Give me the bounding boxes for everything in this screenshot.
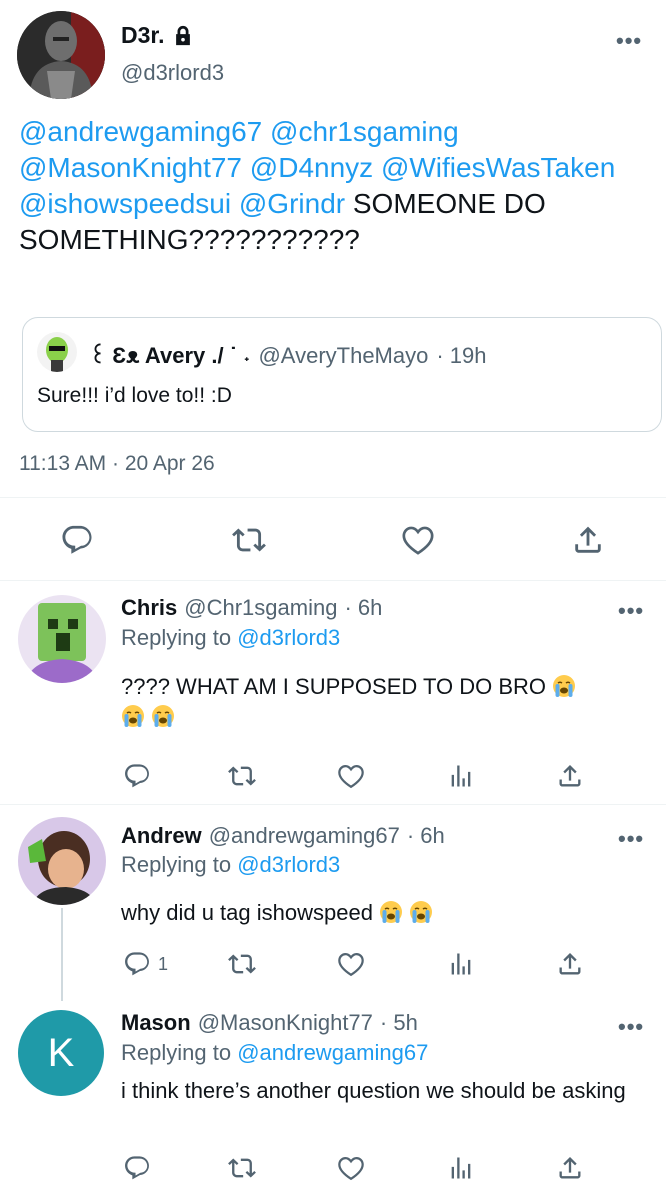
author-handle[interactable]: @d3rlord3 [121,60,224,86]
reply-header: Andrew @andrewgaming67 · 6h [121,823,445,849]
replying-to-link[interactable]: @d3rlord3 [237,852,340,877]
retweet-icon[interactable] [225,1151,259,1185]
more-options-icon[interactable]: ••• [616,28,642,54]
mention-link[interactable]: @MasonKnight77 [19,152,242,183]
mention-link[interactable]: @WifiesWasTaken [381,152,615,183]
retweet-icon[interactable] [225,947,259,981]
reply-handle[interactable]: @MasonKnight77 [198,1010,373,1036]
quoted-text: Sure!!! i’d love to!! :D [37,384,232,407]
replying-to: Replying to @andrewgaming67 [121,1040,428,1066]
retweet-icon[interactable] [229,520,269,560]
like-icon[interactable] [398,520,438,560]
reply-header: Mason @MasonKnight77 · 5h [121,1010,418,1036]
crying-emoji-icon [151,704,175,728]
mention-link[interactable]: @chr1sgaming [270,116,459,147]
reply-name[interactable]: Mason [121,1010,191,1036]
quoted-handle: @AveryTheMayo [258,343,429,368]
author-name-text: D3r. [121,22,165,48]
more-options-icon[interactable]: ••• [618,1014,644,1040]
replying-to: Replying to @d3rlord3 [121,852,340,878]
like-icon[interactable] [334,759,368,793]
avatar-letter: K [47,1030,75,1075]
crying-emoji-icon [552,674,576,698]
replying-to-label: Replying to [121,1040,232,1065]
reply-header: Chris @Chr1sgaming · 6h [121,595,382,621]
replying-to-label: Replying to [121,625,232,650]
thread-line [61,908,63,1001]
reply-time: · 6h [344,595,383,620]
crying-emoji-icon [121,704,145,728]
reply-icon[interactable] [120,1151,154,1185]
reply-text-content: why did u tag ishowspeed [121,900,373,925]
mention-link[interactable]: @D4nnyz [250,152,373,183]
reply-handle[interactable]: @Chr1sgaming [184,595,337,621]
reply-avatar[interactable] [18,595,106,683]
quoted-tweet[interactable]: ꒰ Ɛᴥ Avery ./ ˙ ˖ @AveryTheMayo · 19h Su… [22,317,662,432]
reply-icon[interactable] [120,759,154,793]
author-avatar[interactable] [17,11,105,99]
views-icon[interactable] [444,1151,478,1185]
reply-avatar[interactable] [18,817,106,905]
reply-text: why did u tag ishowspeed [121,898,641,928]
reply-icon[interactable] [57,520,97,560]
lock-icon [172,25,194,47]
reply-avatar[interactable]: K [18,1010,104,1096]
replying-to: Replying to @d3rlord3 [121,625,340,651]
share-icon[interactable] [553,947,587,981]
mention-link[interactable]: @Grindr [239,188,345,219]
author-name[interactable]: D3r. [121,22,194,49]
views-icon[interactable] [444,759,478,793]
replying-to-link[interactable]: @d3rlord3 [237,625,340,650]
share-icon[interactable] [553,759,587,793]
like-icon[interactable] [334,1151,368,1185]
reply-handle[interactable]: @andrewgaming67 [209,823,400,849]
replying-to-link[interactable]: @andrewgaming67 [237,1040,428,1065]
views-icon[interactable] [444,947,478,981]
reply-text-content: ???? WHAT AM I SUPPOSED TO DO BRO [121,674,547,699]
reply-count: 1 [158,954,169,974]
like-icon[interactable] [334,947,368,981]
share-icon[interactable] [568,520,608,560]
quoted-time: · 19h [436,343,487,368]
reply-time: · 6h [406,823,445,848]
divider [0,804,666,805]
reply-text: ???? WHAT AM I SUPPOSED TO DO BRO [121,672,641,732]
quoted-name: ꒰ Ɛᴥ Avery ./ ˙ ˖ [89,343,251,368]
reply-name[interactable]: Andrew [121,823,202,849]
more-options-icon[interactable]: ••• [618,826,644,852]
mention-link[interactable]: @andrewgaming67 [19,116,262,147]
crying-emoji-icon [409,900,433,924]
quoted-header: ꒰ Ɛᴥ Avery ./ ˙ ˖ @AveryTheMayo · 19h [89,340,487,369]
replying-to-label: Replying to [121,852,232,877]
tweet-timestamp[interactable]: 11:13 AM · 20 Apr 26 [19,452,215,476]
tweet-text: @andrewgaming67 @chr1sgaming @MasonKnigh… [19,114,639,258]
mention-link[interactable]: @ishowspeedsui [19,188,231,219]
divider [0,580,666,581]
crying-emoji-icon [379,900,403,924]
reply-name[interactable]: Chris [121,595,177,621]
divider [0,497,666,498]
retweet-icon[interactable] [225,759,259,793]
reply-time: · 5h [379,1010,418,1035]
share-icon[interactable] [553,1151,587,1185]
more-options-icon[interactable]: ••• [618,598,644,624]
quoted-avatar [37,332,77,372]
reply-text: i think there’s another question we shou… [121,1078,626,1103]
reply-icon[interactable] [120,947,154,981]
